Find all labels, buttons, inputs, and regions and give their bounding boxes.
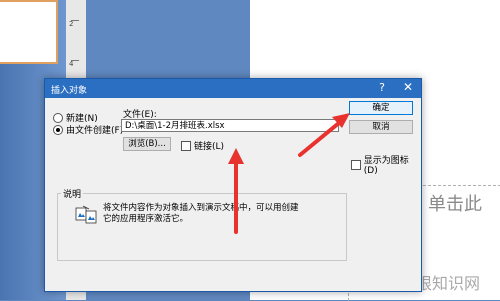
ok-button[interactable]: 确定 [349, 101, 413, 115]
browse-button[interactable]: 浏览(B)... [123, 137, 171, 151]
display-as-icon-checkbox[interactable]: 显示为图标(D) [351, 153, 421, 176]
close-button[interactable]: ✕ [403, 80, 413, 94]
link-checkbox-box[interactable] [181, 140, 191, 151]
result-description: 将文件内容作为对象插入到演示文稿中，可以用创建它的应用程序激活它。 [103, 203, 299, 224]
link-checkbox[interactable]: 链接(L) [181, 139, 224, 152]
ruler-number: 4 [69, 60, 74, 68]
file-path-field[interactable]: D:\桌面\1-2月排班表.xlsx [121, 119, 339, 132]
slide-thumbnail[interactable] [0, 0, 58, 64]
radio-circle-selected[interactable] [53, 124, 63, 135]
link-checkbox-label: 链接(L) [194, 142, 225, 152]
display-icon-label: 显示为图标(D) [363, 156, 409, 176]
dialog-title: 插入对象 [51, 86, 88, 96]
dialog-titlebar[interactable]: 插入对象 ? ✕ [45, 79, 421, 98]
insert-object-icon [75, 205, 97, 224]
radio-from-file[interactable]: 由文件创建(F) [53, 123, 123, 136]
insert-object-dialog: 插入对象 ? ✕ 新建(N) 由文件创建(F) 文件(E): D:\桌面\1-2… [44, 78, 422, 292]
placeholder-text: 单击此 [428, 194, 482, 215]
help-button[interactable]: ? [379, 81, 385, 94]
ruler-number: 2 [69, 20, 74, 28]
radio-circle[interactable] [53, 112, 63, 123]
result-label: 说明 [61, 187, 84, 200]
cancel-button[interactable]: 取消 [349, 120, 413, 134]
display-icon-checkbox-box[interactable] [351, 159, 361, 170]
radio-from-file-label: 由文件创建(F) [66, 126, 124, 136]
